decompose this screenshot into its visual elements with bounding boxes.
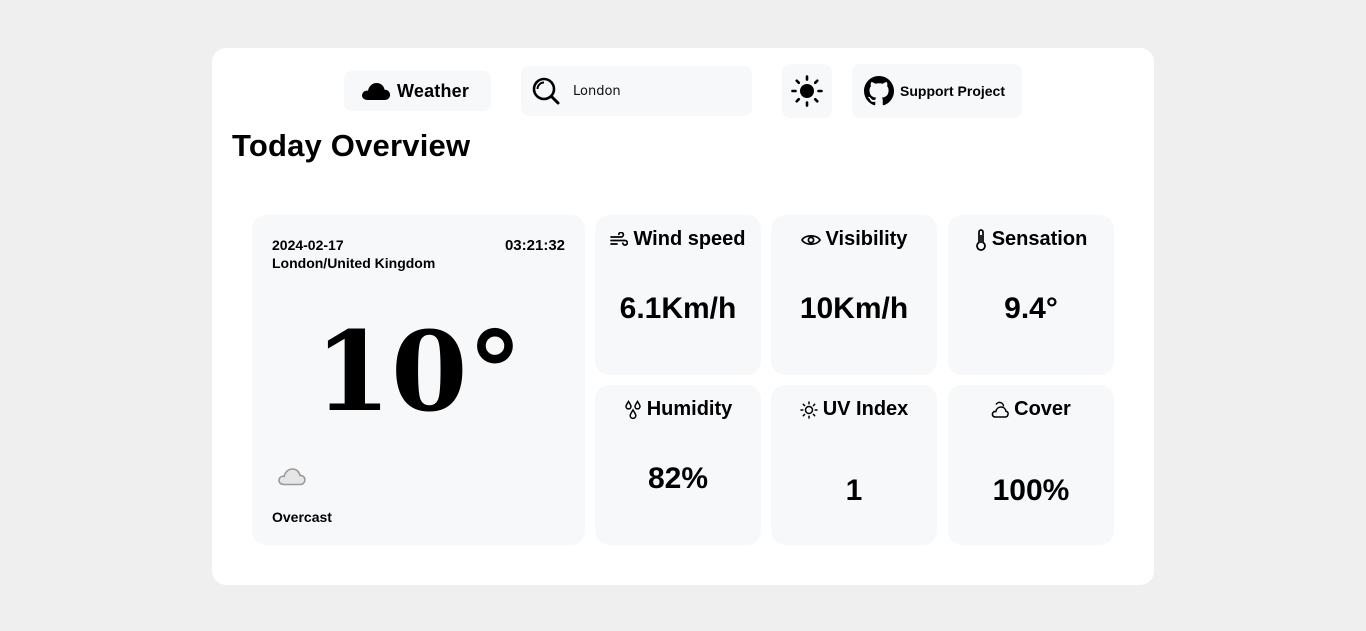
weather-dashboard: Weather Support Pro [212, 48, 1154, 585]
stat-label: Visibility [825, 228, 908, 250]
cloud-sun-icon [991, 401, 1009, 418]
sensation-card: Sensation 9.4° [948, 215, 1114, 375]
cloud-icon [278, 468, 306, 486]
search-icon [532, 77, 560, 105]
eye-icon [800, 234, 821, 245]
search-input[interactable] [573, 83, 733, 99]
wind-icon [610, 231, 629, 246]
stat-value: 9.4° [1004, 292, 1058, 325]
humidity-card: Humidity 82% [595, 385, 761, 545]
current-date: 2024-02-17 [272, 237, 344, 253]
stat-label: Wind speed [633, 228, 746, 250]
visibility-card: Visibility 10Km/h [771, 215, 937, 375]
search-box[interactable] [521, 66, 752, 116]
stat-label: Humidity [646, 398, 733, 420]
current-location: London/United Kingdom [272, 255, 436, 271]
stat-value: 82% [647, 462, 709, 495]
droplets-icon [624, 399, 641, 419]
stat-label: Sensation [991, 228, 1088, 250]
brand-label: Weather [397, 80, 470, 101]
github-icon [864, 76, 894, 106]
stat-label: UV Index [822, 398, 909, 420]
wind-speed-card: Wind speed 6.1Km/h [595, 215, 761, 375]
uv-index-card: UV Index 1 [771, 385, 937, 545]
stat-value: 1 [845, 474, 863, 507]
page-title: Today Overview [232, 128, 471, 163]
cloud-cover-card: Cover 100% [948, 385, 1114, 545]
support-project-button[interactable]: Support Project [852, 64, 1022, 118]
support-project-label: Support Project [900, 83, 1006, 99]
sun-icon [791, 75, 823, 107]
sun-icon [799, 400, 818, 419]
brand-logo[interactable]: Weather [344, 71, 491, 111]
weather-condition: Overcast [272, 509, 332, 525]
thermometer-icon [975, 228, 986, 251]
stat-value: 10Km/h [799, 292, 909, 325]
current-time: 03:21:32 [504, 237, 565, 254]
current-temperature: 10° [314, 307, 523, 436]
cloud-icon [362, 83, 391, 100]
stat-value: 100% [992, 474, 1070, 507]
stat-value: 6.1Km/h [619, 292, 737, 325]
theme-toggle-button[interactable] [782, 64, 832, 118]
stat-label: Cover [1014, 398, 1071, 420]
current-weather-card: 2024-02-17 London/United Kingdom 03:21:3… [252, 215, 585, 545]
